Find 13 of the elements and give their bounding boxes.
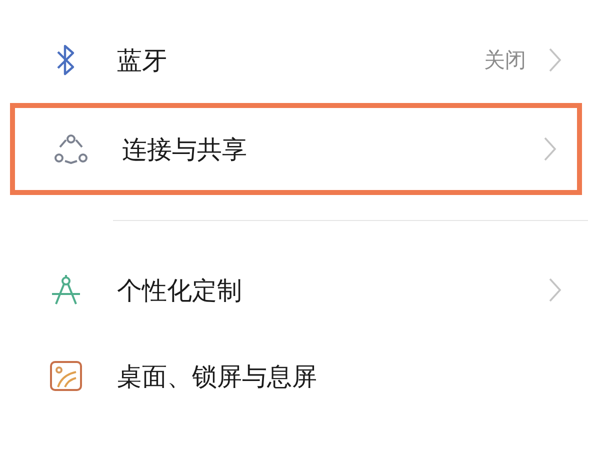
share-icon bbox=[54, 134, 88, 164]
settings-item[interactable]: 个性化定制 bbox=[0, 247, 600, 333]
item-label: 桌面、锁屏与息屏 bbox=[117, 360, 318, 392]
bluetooth-icon bbox=[55, 43, 77, 77]
item-label: 连接与共享 bbox=[122, 134, 248, 166]
compass-icon bbox=[50, 274, 82, 306]
settings-item[interactable]: 桌面、锁屏与息屏 bbox=[0, 333, 600, 419]
item-label: 蓝牙 bbox=[117, 44, 168, 76]
settings-item[interactable]: 蓝牙 关闭 bbox=[0, 17, 600, 103]
item-label: 个性化定制 bbox=[117, 274, 243, 306]
wallpaper-icon bbox=[50, 361, 82, 391]
highlighted-settings-item[interactable]: 连接与共享 bbox=[10, 103, 582, 195]
item-value: 关闭 bbox=[484, 47, 526, 74]
